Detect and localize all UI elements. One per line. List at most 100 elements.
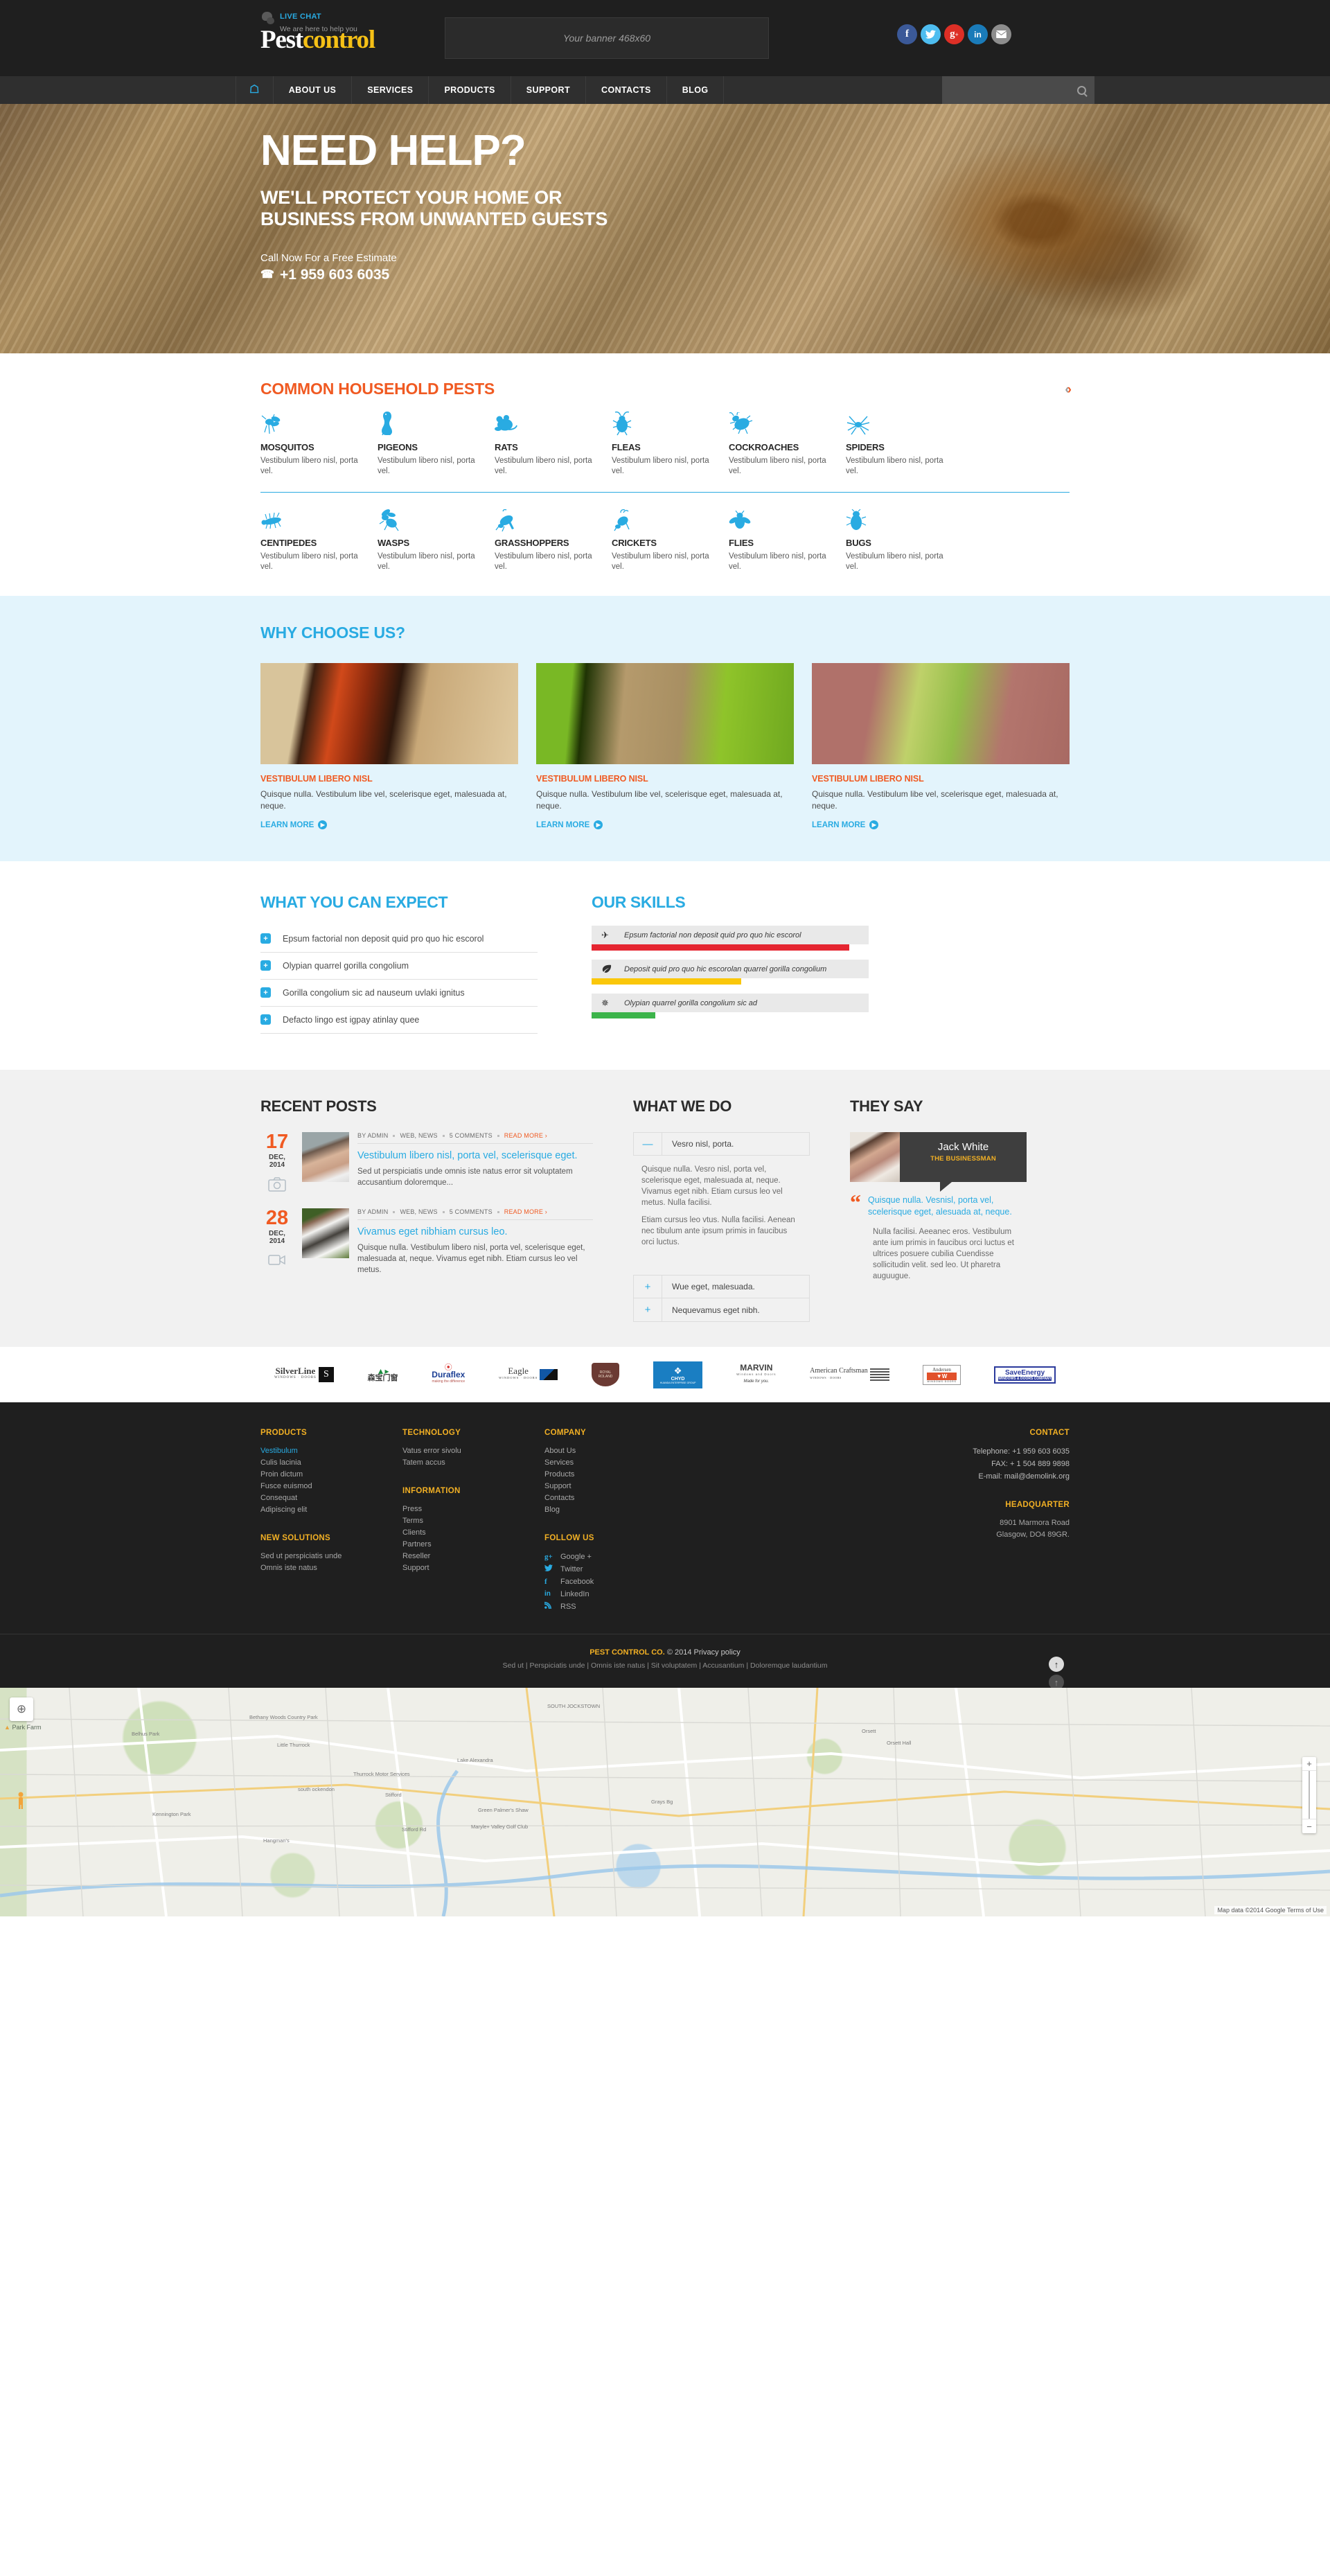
- footer-link[interactable]: Services: [544, 1457, 686, 1469]
- footer-bottom-link[interactable]: Doloremque laudantium: [750, 1661, 827, 1670]
- footer-social-link[interactable]: f Facebook: [544, 1576, 686, 1588]
- footer-link[interactable]: Blog: [544, 1504, 686, 1516]
- map-zoom-slider[interactable]: [1302, 1771, 1316, 1819]
- nav-item-about-us[interactable]: ABOUT US: [274, 76, 353, 104]
- footer-bottom-link[interactable]: Perspiciatis unde: [529, 1661, 585, 1670]
- arrow-up-icon[interactable]: ↑: [1049, 1657, 1064, 1672]
- footer-link[interactable]: Clients: [402, 1527, 544, 1539]
- footer-link[interactable]: Vatus error sivolu: [402, 1445, 544, 1457]
- footer-social-link[interactable]: RSS: [544, 1600, 686, 1613]
- footer-link[interactable]: Contacts: [544, 1492, 686, 1504]
- partner-logo-chyd[interactable]: ❖ CHYD HUANDA ENTERPRISE GROUP: [653, 1361, 703, 1388]
- footer-bottom-link[interactable]: Accusantium: [702, 1661, 744, 1670]
- pest-card[interactable]: CRICKETS Vestibulum libero nisl, porta v…: [612, 506, 711, 572]
- nav-item-products[interactable]: PRODUCTS: [429, 76, 511, 104]
- partner-logo-marvin[interactable]: MARVIN Windows and Doors Made for you.: [736, 1364, 776, 1385]
- expect-item[interactable]: + Defacto lingo est igpay atinlay quee: [260, 1007, 538, 1034]
- partner-logo-andersen[interactable]: Andersen ▼W WINDOWS·DOORS: [923, 1364, 961, 1385]
- post-title[interactable]: Vestibulum libero nisl, porta vel, scele…: [357, 1149, 593, 1162]
- expect-item[interactable]: + Epsum factorial non deposit quid pro q…: [260, 926, 538, 953]
- accordion-item-open[interactable]: — Vesro nisl, porta.: [633, 1132, 810, 1156]
- footer-link[interactable]: Proin dictum: [260, 1469, 402, 1481]
- footer-link[interactable]: Vestibulum: [260, 1445, 402, 1457]
- nav-item-contacts[interactable]: CONTACTS: [586, 76, 667, 104]
- nav-item-support[interactable]: SUPPORT: [511, 76, 587, 104]
- map-zoom-out-button[interactable]: −: [1302, 1819, 1316, 1833]
- footer-link[interactable]: Support: [402, 1562, 544, 1574]
- why-card[interactable]: VESTIBULUM LIBERO NISL Quisque nulla. Ve…: [536, 663, 794, 829]
- facebook-icon[interactable]: f: [897, 24, 917, 44]
- pest-card[interactable]: COCKROACHES Vestibulum libero nisl, port…: [729, 411, 828, 477]
- why-card[interactable]: VESTIBULUM LIBERO NISL Quisque nulla. Ve…: [812, 663, 1070, 829]
- pest-card[interactable]: RATS Vestibulum libero nisl, porta vel.: [495, 411, 594, 477]
- footer-social-link[interactable]: g+ Google +: [544, 1551, 686, 1563]
- hero-phone[interactable]: ☎ +1 959 603 6035: [260, 267, 648, 283]
- post-read-more[interactable]: READ MORE ›: [504, 1132, 547, 1139]
- footer-link[interactable]: Press: [402, 1503, 544, 1515]
- search-icon[interactable]: [1077, 85, 1086, 95]
- street-view-pegman-icon[interactable]: [15, 1792, 26, 1810]
- search-box[interactable]: [942, 76, 1094, 104]
- pest-card[interactable]: BUGS Vestibulum libero nisl, porta vel.: [846, 506, 945, 572]
- map-fullscreen-button[interactable]: ⊕: [10, 1697, 33, 1721]
- footer-social-link[interactable]: in LinkedIn: [544, 1588, 686, 1600]
- expect-item[interactable]: + Gorilla congolium sic ad nauseum uvlak…: [260, 980, 538, 1007]
- why-card[interactable]: VESTIBULUM LIBERO NISL Quisque nulla. Ve…: [260, 663, 518, 829]
- partner-logo-royal-roland[interactable]: ROYAL ROLAND: [592, 1363, 619, 1386]
- site-logo[interactable]: Pestcontrol: [260, 26, 375, 54]
- linkedin-icon[interactable]: in: [968, 24, 988, 44]
- footer-link[interactable]: Products: [544, 1469, 686, 1481]
- carousel-next-icon[interactable]: ›: [1067, 382, 1072, 397]
- footer-social-link[interactable]: Twitter: [544, 1563, 686, 1576]
- accordion-item-closed[interactable]: + Wue eget, malesuada.: [633, 1275, 810, 1298]
- footer-link[interactable]: Sed ut perspiciatis unde: [260, 1551, 402, 1562]
- footer-link[interactable]: Fusce euismod: [260, 1481, 402, 1492]
- partner-logo-saveenergy[interactable]: SaveEnergy WINDOWS & DOORS COMPANY: [994, 1366, 1056, 1384]
- footer-link[interactable]: About Us: [544, 1445, 686, 1457]
- expect-item[interactable]: + Olypian quarrel gorilla congolium: [260, 953, 538, 980]
- footer-bottom-link[interactable]: Omnis iste natus: [591, 1661, 645, 1670]
- banner-placeholder[interactable]: Your banner 468x60: [445, 17, 769, 59]
- map-zoom-in-button[interactable]: +: [1302, 1757, 1316, 1771]
- footer-link[interactable]: Support: [544, 1481, 686, 1492]
- post-item[interactable]: 28 DEC, 2014 BY ADMIN WEB, NEWS 5 COMMEN…: [260, 1208, 593, 1276]
- nav-item-blog[interactable]: BLOG: [667, 76, 725, 104]
- footer-link[interactable]: Omnis iste natus: [260, 1562, 402, 1574]
- post-item[interactable]: 17 DEC, 2014 BY ADMIN WEB, NEWS 5 COMMEN…: [260, 1132, 593, 1192]
- email-icon[interactable]: [991, 24, 1011, 44]
- pest-card[interactable]: WASPS Vestibulum libero nisl, porta vel.: [378, 506, 477, 572]
- map-zoom-controls[interactable]: + −: [1302, 1757, 1316, 1833]
- learn-more-link[interactable]: LEARN MORE ▶: [812, 820, 1070, 829]
- pest-card[interactable]: CENTIPEDES Vestibulum libero nisl, porta…: [260, 506, 360, 572]
- partner-logo-eagle[interactable]: Eagle WINDOWS · DOORS: [499, 1366, 558, 1382]
- pest-card[interactable]: FLIES Vestibulum libero nisl, porta vel.: [729, 506, 828, 572]
- partner-logo-american-craftsman[interactable]: American Craftsman WINDOWS · DOORS: [810, 1368, 889, 1382]
- footer-link[interactable]: Reseller: [402, 1551, 544, 1562]
- contact-email[interactable]: E-mail: mail@demolink.org: [973, 1470, 1070, 1483]
- footer-link[interactable]: Tatem accus: [402, 1457, 544, 1469]
- twitter-icon[interactable]: [921, 24, 941, 44]
- footer-link[interactable]: Partners: [402, 1539, 544, 1551]
- accordion-item-closed[interactable]: + Nequevamus eget nibh.: [633, 1298, 810, 1322]
- pest-card[interactable]: MOSQUITOS Vestibulum libero nisl, porta …: [260, 411, 360, 477]
- map-section[interactable]: ⊕ ▲ Park Farm + − Map data ©2014 Google …: [0, 1688, 1330, 1916]
- partner-logo-senbao[interactable]: ▲▸ 森宝门窗: [368, 1367, 398, 1382]
- partner-logo-duraflex[interactable]: ⦿ Duraflex making the difference: [432, 1364, 465, 1385]
- nav-item-home[interactable]: ☖: [236, 76, 274, 104]
- footer-link[interactable]: Culis lacinia: [260, 1457, 402, 1469]
- footer-link[interactable]: Adipiscing elit: [260, 1504, 402, 1516]
- learn-more-link[interactable]: LEARN MORE ▶: [536, 820, 794, 829]
- pest-card[interactable]: GRASSHOPPERS Vestibulum libero nisl, por…: [495, 506, 594, 572]
- footer-link[interactable]: Terms: [402, 1515, 544, 1527]
- footer-bottom-link[interactable]: Sed ut: [503, 1661, 524, 1670]
- google-plus-icon[interactable]: g +: [944, 24, 964, 44]
- post-title[interactable]: Vivamus eget nibhiam cursus leo.: [357, 1226, 593, 1238]
- pest-card[interactable]: SPIDERS Vestibulum libero nisl, porta ve…: [846, 411, 945, 477]
- search-input[interactable]: [950, 85, 1073, 95]
- pest-card[interactable]: FLEAS Vestibulum libero nisl, porta vel.: [612, 411, 711, 477]
- learn-more-link[interactable]: LEARN MORE ▶: [260, 820, 518, 829]
- footer-link[interactable]: Consequat: [260, 1492, 402, 1504]
- pest-card[interactable]: PIGEONS Vestibulum libero nisl, porta ve…: [378, 411, 477, 477]
- post-read-more[interactable]: READ MORE ›: [504, 1208, 547, 1215]
- footer-bottom-link[interactable]: Sit voluptatem: [651, 1661, 698, 1670]
